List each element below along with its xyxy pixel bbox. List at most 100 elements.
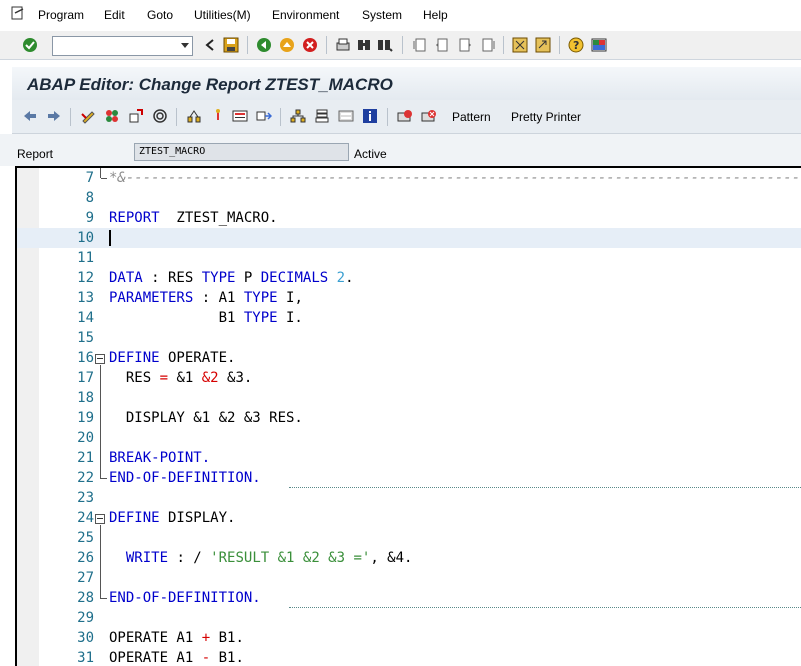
save-icon[interactable]: [223, 37, 239, 53]
code-text: *&--------------------------------------…: [109, 170, 801, 186]
help-icon[interactable]: ?: [568, 37, 584, 53]
generate-shortcut-icon[interactable]: [535, 37, 551, 53]
navigation-window-icon[interactable]: [256, 108, 272, 124]
code-editor[interactable]: 7 *&-------------------------------------…: [15, 166, 801, 666]
code-text: REPORT ZTEST_MACRO.: [109, 210, 278, 226]
find-icon[interactable]: [356, 37, 372, 53]
display-change-icon[interactable]: [80, 108, 96, 124]
print-icon[interactable]: [335, 37, 351, 53]
code-line[interactable]: 13 PARAMETERS : A1 TYPE I,: [17, 288, 801, 308]
next-page-icon[interactable]: [457, 37, 473, 53]
line-number: 27: [77, 570, 94, 586]
code-text: B1 TYPE I.: [109, 310, 303, 326]
arrow-right-icon[interactable]: [46, 108, 62, 124]
line-number: 10: [77, 230, 94, 246]
toolbar-separator: [559, 36, 560, 54]
code-line[interactable]: 14 B1 TYPE I.: [17, 308, 801, 328]
code-line[interactable]: 29: [17, 608, 801, 628]
toolbar-separator: [402, 36, 403, 54]
collapse-toolbar-icon[interactable]: [202, 37, 218, 53]
info-icon[interactable]: [362, 108, 378, 124]
code-line[interactable]: 17 RES = &1 &2 &3.: [17, 368, 801, 388]
toolbar-separator: [280, 108, 281, 126]
delete-icon[interactable]: [421, 108, 437, 124]
command-input[interactable]: [53, 37, 173, 55]
menu-goto[interactable]: Goto: [147, 8, 173, 22]
first-page-icon[interactable]: [412, 37, 428, 53]
chevron-down-icon[interactable]: [181, 43, 189, 48]
code-line[interactable]: 30 OPERATE A1 + B1.: [17, 628, 801, 648]
line-number: 28: [77, 590, 94, 606]
fold-line: [100, 168, 101, 178]
create-session-icon[interactable]: [512, 37, 528, 53]
cancel-icon[interactable]: [302, 37, 318, 53]
code-text: RES = &1 &2 &3.: [109, 370, 253, 386]
code-line[interactable]: 31 OPERATE A1 - B1.: [17, 648, 801, 666]
menu-help[interactable]: Help: [423, 8, 448, 22]
toolbar-separator: [247, 36, 248, 54]
menu-system[interactable]: System: [362, 8, 402, 22]
find-next-icon[interactable]: [377, 37, 393, 53]
previous-page-icon[interactable]: [434, 37, 450, 53]
code-line[interactable]: 23: [17, 488, 801, 508]
line-number: 13: [77, 290, 94, 306]
system-menu-icon[interactable]: [11, 6, 25, 20]
menu-utilities[interactable]: Utilities(M): [194, 8, 251, 22]
line-number: 26: [77, 550, 94, 566]
code-line[interactable]: 16 DEFINE OPERATE.: [17, 348, 801, 368]
line-number: 8: [85, 190, 94, 206]
line-number: 17: [77, 370, 94, 386]
object-list-icon[interactable]: [232, 108, 248, 124]
command-field[interactable]: [52, 36, 193, 56]
form-icon[interactable]: [338, 108, 354, 124]
code-line[interactable]: 19 DISPLAY &1 &2 &3 RES.: [17, 408, 801, 428]
fold-toggle-define-operate[interactable]: [95, 354, 105, 364]
last-page-icon[interactable]: [480, 37, 496, 53]
hierarchy-icon[interactable]: [290, 108, 306, 124]
line-number: 7: [85, 170, 94, 186]
menu-edit[interactable]: Edit: [104, 8, 125, 22]
enter-check-icon[interactable]: [22, 37, 38, 53]
code-line[interactable]: 27: [17, 568, 801, 588]
pattern-button[interactable]: Pattern: [452, 110, 491, 124]
code-text: DISPLAY &1 &2 &3 RES.: [109, 410, 303, 426]
line-number: 29: [77, 610, 94, 626]
where-used-list-icon[interactable]: [186, 108, 202, 124]
fold-toggle-define-display[interactable]: [95, 514, 105, 524]
code-line[interactable]: 15: [17, 328, 801, 348]
block-end-dotted-line: [289, 607, 801, 608]
pretty-printer-button[interactable]: Pretty Printer: [511, 110, 581, 124]
back-icon[interactable]: [256, 37, 272, 53]
line-number: 14: [77, 310, 94, 326]
code-line[interactable]: 26 WRITE : / 'RESULT &1 &2 &3 =', &4.: [17, 548, 801, 568]
toolbar-separator: [387, 108, 388, 126]
code-line[interactable]: 22 END-OF-DEFINITION.: [17, 468, 801, 488]
code-text: END-OF-DEFINITION.: [109, 590, 261, 606]
code-line[interactable]: 9 REPORT ZTEST_MACRO.: [17, 208, 801, 228]
activate-icon[interactable]: [152, 108, 168, 124]
breakpoint-icon[interactable]: [210, 108, 226, 124]
customize-layout-icon[interactable]: [591, 37, 607, 53]
toolbar-separator: [70, 108, 71, 126]
line-number: 21: [77, 450, 94, 466]
code-line[interactable]: 24 DEFINE DISPLAY.: [17, 508, 801, 528]
code-line[interactable]: 18: [17, 388, 801, 408]
menu-program[interactable]: Program: [38, 8, 84, 22]
code-line[interactable]: 20: [17, 428, 801, 448]
code-line[interactable]: 7 *&-------------------------------------…: [17, 168, 801, 188]
line-number: 12: [77, 270, 94, 286]
code-line[interactable]: 12 DATA : RES TYPE P DECIMALS 2.: [17, 268, 801, 288]
exit-icon[interactable]: [279, 37, 295, 53]
code-line[interactable]: 10: [17, 228, 801, 248]
code-line[interactable]: 25: [17, 528, 801, 548]
menu-environment[interactable]: Environment: [272, 8, 339, 22]
spool-print-icon[interactable]: [397, 108, 413, 124]
code-line[interactable]: 8: [17, 188, 801, 208]
stack-icon[interactable]: [314, 108, 330, 124]
code-line[interactable]: 28 END-OF-DEFINITION.: [17, 588, 801, 608]
check-icon[interactable]: [128, 108, 144, 124]
active-inactive-icon[interactable]: [104, 108, 120, 124]
arrow-left-icon[interactable]: [22, 108, 38, 124]
code-line[interactable]: 21 BREAK-POINT.: [17, 448, 801, 468]
code-line[interactable]: 11: [17, 248, 801, 268]
